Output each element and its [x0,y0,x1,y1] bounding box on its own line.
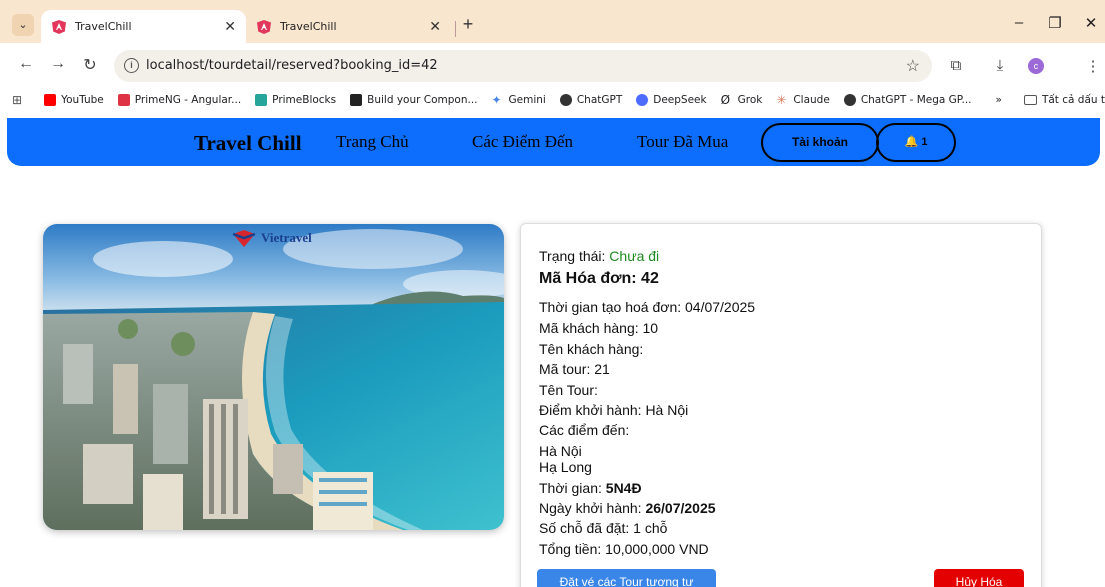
tab-travelchill-active[interactable]: TravelChill ✕ [41,10,246,43]
tour-name: Tên Tour: [539,382,598,398]
duration-value: 5N4Đ [605,480,642,496]
bookmark-chatgpt-mega[interactable]: ChatGPT - Mega GP... [843,94,972,106]
departure-point: Điểm khởi hành: Hà Nội [539,402,689,418]
restore-icon[interactable]: ❐ [1045,14,1065,32]
notification-button[interactable]: 🔔 1 [876,123,956,162]
bookmark-chatgpt[interactable]: ChatGPT [559,94,623,106]
bookmark-label: DeepSeek [653,94,707,106]
primeblocks-icon [255,94,268,106]
close-window-icon[interactable]: ✕ [1081,14,1101,32]
bookmark-star-icon[interactable]: ☆ [906,56,920,76]
back-arrow-icon[interactable]: ← [16,55,36,73]
bookmark-gemini[interactable]: ✦ Gemini [492,94,546,106]
site-navbar: Travel Chill Trang Chủ Các Điểm Đến Tour… [7,118,1100,166]
tab-separator [455,21,456,37]
folder-icon [1023,95,1037,105]
tab-close-icon[interactable]: ✕ [224,19,236,35]
bookmark-primeng[interactable]: PrimeNG - Angular... [117,94,242,106]
status-line: Trạng thái: Chưa đi [539,248,659,264]
browser-toolbar: ← → ↻ i localhost/tourdetail/reserved?bo… [0,43,1105,88]
download-icon[interactable]: ⤓ [990,57,1010,74]
bookmark-primeblocks[interactable]: PrimeBlocks [255,94,336,106]
bookmark-label: Grok [737,94,763,106]
site-brand[interactable]: Travel Chill [194,131,302,156]
angular-favicon-icon [256,19,272,35]
chatgpt-icon [559,94,572,106]
claude-icon: ✳ [776,93,787,107]
extensions-icon[interactable]: ⧉ [946,57,966,74]
tab-search-chevron-icon[interactable]: ⌄ [12,14,34,36]
chatgpt-icon [843,94,856,106]
more-menu-icon[interactable]: ⋮ [1083,57,1103,75]
departure-date-label: Ngày khởi hành: [539,500,646,516]
tab-title: TravelChill [280,20,337,33]
bookmark-label: Tất cả dấu trang [1041,94,1105,106]
bookmark-label: Gemini [508,94,546,106]
duration-line: Thời gian: 5N4Đ [539,480,642,496]
booking-details-card: Trạng thái: Chưa đi Mã Hóa đơn: 42 Thời … [520,223,1042,587]
departure-date-line: Ngày khởi hành: 26/07/2025 [539,500,716,516]
bookmark-label: PrimeNG - Angular... [134,94,242,106]
seats-booked: Số chỗ đã đặt: 1 chỗ [539,520,668,536]
destination-item: Hà Nội [539,443,582,459]
nav-purchased-tours-link[interactable]: Tour Đã Mua [637,132,728,152]
total-price: Tổng tiền: 10,000,000 VND [539,541,709,557]
vietravel-logo-text: Vietravel [261,230,312,245]
account-button[interactable]: Tài khoản [761,123,879,162]
customer-id: Mã khách hàng: 10 [539,320,659,336]
departure-date-value: 26/07/2025 [645,500,716,516]
bookmark-claude[interactable]: ✳ Claude [776,94,829,106]
status-label: Trạng thái: [539,248,610,264]
cancel-invoice-button[interactable]: Hủy Hóa đơn [934,569,1024,587]
nav-destinations-link[interactable]: Các Điểm Đến [472,132,573,152]
tour-id: Mã tour: 21 [539,361,610,377]
bookmark-label: PrimeBlocks [272,94,337,106]
address-bar[interactable]: i localhost/tourdetail/reserved?booking_… [114,50,932,82]
vietravel-logo-icon [231,228,257,248]
pencil-icon [350,94,363,106]
bookmarks-overflow-icon[interactable]: » [996,94,1002,106]
bookmark-youtube[interactable]: YouTube [44,94,104,106]
destination-item: Hạ Long [539,459,592,475]
profile-avatar[interactable]: c [1028,58,1044,74]
bookmark-label: ChatGPT - Mega GP... [860,94,972,106]
forward-arrow-icon[interactable]: → [48,55,68,73]
invoice-title: Mã Hóa đơn: 42 [539,270,659,287]
url-text[interactable]: localhost/tourdetail/reserved?booking_id… [146,58,438,73]
bookmark-deepseek[interactable]: DeepSeek [636,94,707,106]
deepseek-icon [636,94,649,106]
browser-tab-bar: ⌄ TravelChill ✕ TravelChill ✕ + – ❐ ✕ [0,0,1105,43]
customer-name: Tên khách hàng: [539,341,644,357]
primeng-icon [117,94,130,106]
minimize-icon[interactable]: – [1009,14,1029,31]
bookmark-label: YouTube [61,94,104,106]
bookmarks-bar: ⊞ YouTube PrimeNG - Angular... PrimeBloc… [0,88,1105,112]
tab-close-icon[interactable]: ✕ [429,19,441,35]
destinations-label: Các điểm đến: [539,422,630,438]
youtube-icon [44,94,57,106]
bookmark-grok[interactable]: Ø Grok [721,94,763,106]
bookmark-label: Build your Compon... [367,94,478,106]
bookmark-build-components[interactable]: Build your Compon... [350,94,478,106]
apps-grid-icon[interactable]: ⊞ [12,93,22,107]
tab-title: TravelChill [75,20,132,33]
all-bookmarks-folder[interactable]: Tất cả dấu trang [1023,94,1105,106]
new-tab-icon[interactable]: + [458,14,478,35]
created-time: Thời gian tạo hoá đơn: 04/07/2025 [539,299,756,315]
gemini-sparkle-icon: ✦ [491,93,502,107]
grok-icon: Ø [720,93,731,107]
angular-favicon-icon [51,19,67,35]
duration-label: Thời gian: [539,480,606,496]
tab-travelchill[interactable]: TravelChill ✕ [246,10,451,43]
reload-icon[interactable]: ↻ [80,55,100,75]
site-info-icon[interactable]: i [124,58,139,73]
city-beach-photo [43,224,504,530]
nav-home-link[interactable]: Trang Chủ [336,132,409,152]
bookmark-label: ChatGPT [576,94,623,106]
book-similar-tours-button[interactable]: Đặt vé các Tour tương tự khác [537,569,716,587]
status-badge: Chưa đi [609,248,660,264]
tour-image: Vietravel [43,224,504,530]
bookmark-label: Claude [793,94,830,106]
